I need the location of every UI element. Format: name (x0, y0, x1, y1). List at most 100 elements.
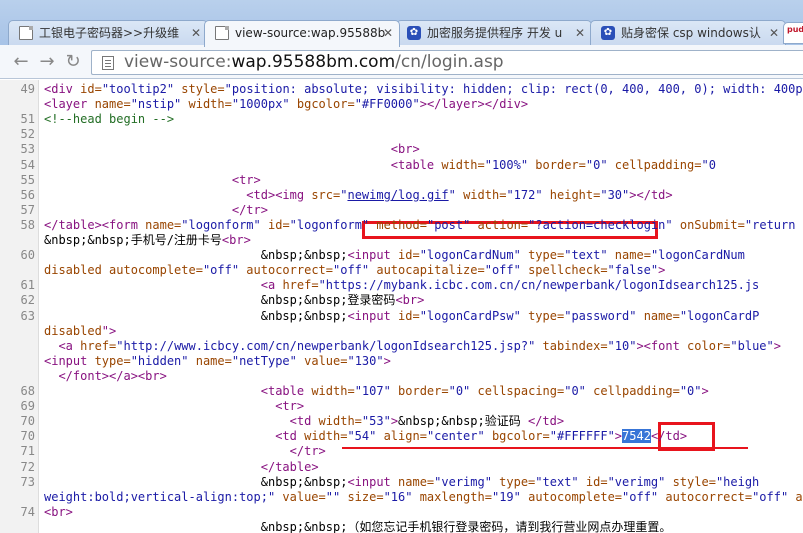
tab-label: 工银电子密码器>>升级维 (39, 26, 180, 40)
source-line: 74 <br> (0, 505, 803, 520)
tab-overflow-partial[interactable]: pud (783, 22, 803, 44)
code-token: type= (520, 248, 565, 263)
line-number: 56 (20, 187, 35, 202)
line-code: <tr> (44, 399, 304, 414)
code-token: <br> (221, 233, 251, 247)
code-token: <br> (44, 504, 73, 519)
code-token: height= (542, 187, 601, 202)
line-number: 57 (20, 202, 35, 217)
close-icon[interactable]: ✕ (383, 21, 393, 45)
code-token: width= (181, 97, 232, 112)
source-line: 49 <div id="tooltip2" style="position: ab… (0, 82, 803, 97)
forward-icon[interactable]: → (36, 51, 58, 73)
code-token: <br> (395, 293, 425, 308)
source-line: 57 </tr> (0, 203, 803, 218)
line-number: 62 (20, 293, 35, 308)
url-path: /cn/login.asp (395, 52, 504, 72)
code-token: autocomplete= (101, 263, 203, 278)
code-token: &nbsp;&nbsp; (44, 474, 348, 489)
code-token: "blue" (730, 338, 774, 353)
line-number: 53 (20, 142, 35, 157)
line-number: 51 (20, 112, 35, 127)
line-code: <table width="100%" border="0" cellpaddi… (44, 158, 716, 173)
line-number: 52 (20, 127, 35, 142)
code-token: disabled (44, 323, 102, 338)
code-token: "0" (564, 384, 586, 398)
code-token: width= (455, 187, 507, 202)
code-token: </tr> (231, 202, 268, 217)
code-token: "off" (202, 263, 240, 278)
close-icon[interactable]: ✕ (769, 21, 779, 45)
code-token: type= (520, 308, 565, 323)
line-code: &nbsp;&nbsp;登录密码<br> (44, 293, 425, 308)
code-token: > (658, 263, 666, 278)
code-token: name= (607, 248, 651, 263)
selected-captcha-text: 7542 (622, 429, 651, 444)
code-token: color= (687, 338, 731, 353)
code-token: "54" (347, 429, 377, 444)
code-token: onSubmit= (679, 217, 745, 232)
code-token: "https://mybank.icbc.com.cn/cn/newperban… (318, 278, 760, 293)
line-number: 63 (20, 308, 35, 323)
line-number: 61 (20, 278, 35, 293)
source-view[interactable]: 49 <div id="tooltip2" style="position: ab… (0, 80, 803, 533)
code-token: " (448, 187, 456, 202)
tab-crypto-service[interactable]: ✿ 加密服务提供程序 开发 u ✕ (396, 20, 592, 46)
line-code: </font></a><br> (44, 369, 166, 384)
code-token: &nbsp;&nbsp; (44, 248, 348, 263)
code-token: maxlength= (412, 489, 492, 504)
code-token: width= (318, 414, 362, 429)
code-token: <table (260, 384, 312, 398)
address-bar[interactable]: view-source:wap.95588bm.com/cn/login.asp (91, 50, 803, 75)
code-token: width= (311, 384, 355, 398)
code-token: autocorrect= (658, 489, 753, 504)
back-icon[interactable]: ← (10, 51, 32, 73)
tab-csp-windows[interactable]: ✿ 贴身密保 csp windows认 ✕ (590, 20, 786, 46)
code-token: "1000px" (231, 97, 290, 112)
source-line: <layer name="nstip" width="1000px" bgcol… (0, 97, 803, 112)
tab-label: 加密服务提供程序 开发 u (427, 26, 563, 40)
source-line: 63 &nbsp;&nbsp;<input id="logonCardPsw" … (0, 309, 803, 324)
close-icon[interactable]: ✕ (191, 21, 201, 45)
code-token: "logonCardPsw" (419, 308, 521, 323)
reload-icon[interactable]: ↻ (62, 51, 84, 73)
code-token: "false" (607, 263, 659, 278)
source-line: disabled autocomplete="off" autocorrect=… (0, 263, 803, 278)
tab-label: view-source:wap.95588b (235, 26, 386, 40)
line-number: 69 (20, 399, 35, 414)
code-token: "hidden" (130, 353, 189, 368)
code-token: <td><img (246, 187, 312, 202)
line-code: <table width="107" border="0" cellspacin… (44, 384, 709, 399)
code-token: action= (470, 217, 529, 232)
source-link[interactable]: newimg/log.gif (347, 188, 448, 202)
code-token: <input (347, 248, 399, 263)
code-token: "logonCardP (679, 308, 760, 323)
code-token: "" (325, 489, 341, 504)
tab-view-source[interactable]: view-source:wap.95588b ✕ (204, 20, 400, 47)
code-token: name= (94, 97, 131, 112)
code-token: <tr> (275, 399, 305, 414)
tab-icbc-password-device[interactable]: 工银电子密码器>>升级维 ✕ (8, 20, 208, 46)
code-token: autoca (795, 489, 803, 504)
code-token: <input (347, 474, 399, 489)
source-line: 55 <tr> (0, 173, 803, 188)
close-icon[interactable]: ✕ (575, 21, 585, 45)
url-text[interactable]: view-source:wap.95588bm.com/cn/login.asp (124, 52, 504, 72)
code-token: <table (390, 157, 442, 172)
source-line: 51 <!--head begin --> (0, 112, 803, 127)
code-token: <!--head begin --> (44, 112, 175, 127)
url-host: wap.95588bm.com (231, 52, 396, 72)
code-token: "logonCardNum" (419, 248, 521, 263)
code-token: "0" (679, 384, 702, 398)
line-number: 74 (20, 504, 35, 519)
source-line: 56 <td><img src="newimg/log.gif" width="… (0, 188, 803, 203)
source-line: 53 <br> (0, 142, 803, 157)
code-token: "text" (564, 248, 608, 263)
code-token: weight:bold;vertical-align:top;" (44, 489, 276, 504)
code-token: "10" (607, 338, 637, 353)
